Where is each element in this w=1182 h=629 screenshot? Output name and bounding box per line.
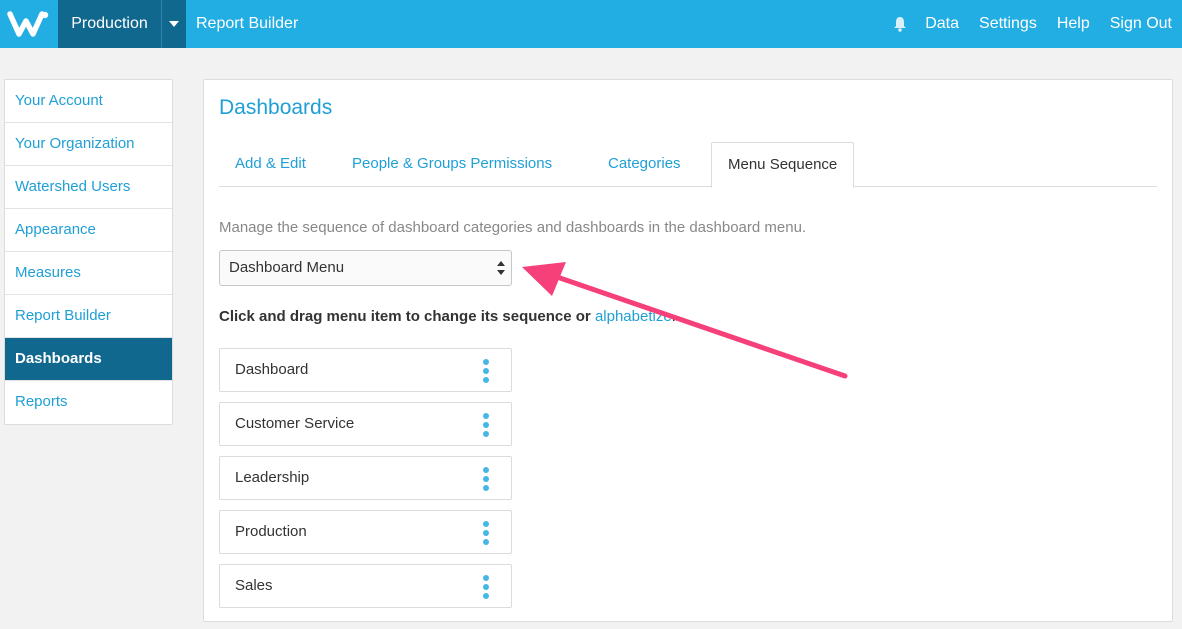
caret-down-icon	[169, 21, 179, 27]
tab-bar: Add & Edit People & Groups Permissions C…	[219, 142, 1157, 188]
tab-people-groups-permissions[interactable]: People & Groups Permissions	[336, 142, 568, 187]
drag-handle-icon[interactable]	[483, 521, 489, 545]
environment-dropdown-toggle[interactable]	[161, 0, 186, 48]
instruction-end: .	[671, 308, 676, 325]
main-panel: Dashboards Add & Edit People & Groups Pe…	[203, 79, 1173, 622]
menu-select[interactable]: Dashboard Menu	[219, 250, 512, 286]
menu-item-production[interactable]: Production	[219, 510, 512, 554]
top-navigation-bar: Production Report Builder Data Settings …	[0, 0, 1182, 48]
menu-item-label: Customer Service	[235, 415, 355, 432]
sidebar-item-your-account[interactable]: Your Account	[5, 80, 172, 123]
sidebar-item-measures[interactable]: Measures	[5, 252, 172, 295]
environment-selector[interactable]: Production	[58, 0, 161, 48]
watershed-logo-icon[interactable]	[0, 0, 58, 48]
settings-sidebar: Your Account Your Organization Watershed…	[4, 79, 173, 425]
menu-item-label: Leadership	[235, 469, 310, 486]
environment-label: Production	[71, 15, 148, 32]
drag-handle-icon[interactable]	[483, 575, 489, 599]
page-title: Dashboards	[219, 96, 333, 119]
drag-handle-icon[interactable]	[483, 359, 489, 383]
nav-settings[interactable]: Settings	[979, 15, 1037, 33]
menu-sequence-description: Manage the sequence of dashboard categor…	[219, 219, 807, 236]
bell-icon[interactable]	[893, 16, 907, 32]
menu-item-sales[interactable]: Sales	[219, 564, 512, 608]
tab-categories[interactable]: Categories	[592, 142, 697, 187]
sidebar-item-watershed-users[interactable]: Watershed Users	[5, 166, 172, 209]
alphabetize-link[interactable]: alphabetize	[595, 308, 672, 325]
menu-item-dashboard[interactable]: Dashboard	[219, 348, 512, 392]
menu-item-leadership[interactable]: Leadership	[219, 456, 512, 500]
drag-handle-icon[interactable]	[483, 467, 489, 491]
tab-add-edit[interactable]: Add & Edit	[219, 142, 322, 187]
sidebar-item-your-organization[interactable]: Your Organization	[5, 123, 172, 166]
menu-select-value: Dashboard Menu	[229, 259, 345, 276]
nav-data[interactable]: Data	[925, 15, 959, 33]
drag-instruction: Click and drag menu item to change its s…	[219, 308, 676, 325]
drag-handle-icon[interactable]	[483, 413, 489, 437]
menu-sequence-list: Dashboard Customer Service Leadership Pr…	[219, 348, 512, 618]
instruction-text: Click and drag menu item to change its s…	[219, 308, 591, 325]
sidebar-item-appearance[interactable]: Appearance	[5, 209, 172, 252]
menu-item-label: Dashboard	[235, 361, 309, 378]
menu-item-customer-service[interactable]: Customer Service	[219, 402, 512, 446]
select-arrows-icon	[497, 261, 505, 275]
menu-item-label: Production	[235, 523, 307, 540]
sidebar-item-report-builder[interactable]: Report Builder	[5, 295, 172, 338]
sidebar-item-dashboards[interactable]: Dashboards	[5, 338, 172, 381]
sidebar-item-reports[interactable]: Reports	[5, 381, 172, 424]
nav-sign-out[interactable]: Sign Out	[1110, 15, 1172, 33]
nav-help[interactable]: Help	[1057, 15, 1090, 33]
top-right-nav: Data Settings Help Sign Out	[893, 0, 1172, 48]
tab-menu-sequence[interactable]: Menu Sequence	[711, 142, 855, 188]
nav-report-builder[interactable]: Report Builder	[196, 0, 298, 48]
menu-item-label: Sales	[235, 577, 273, 594]
